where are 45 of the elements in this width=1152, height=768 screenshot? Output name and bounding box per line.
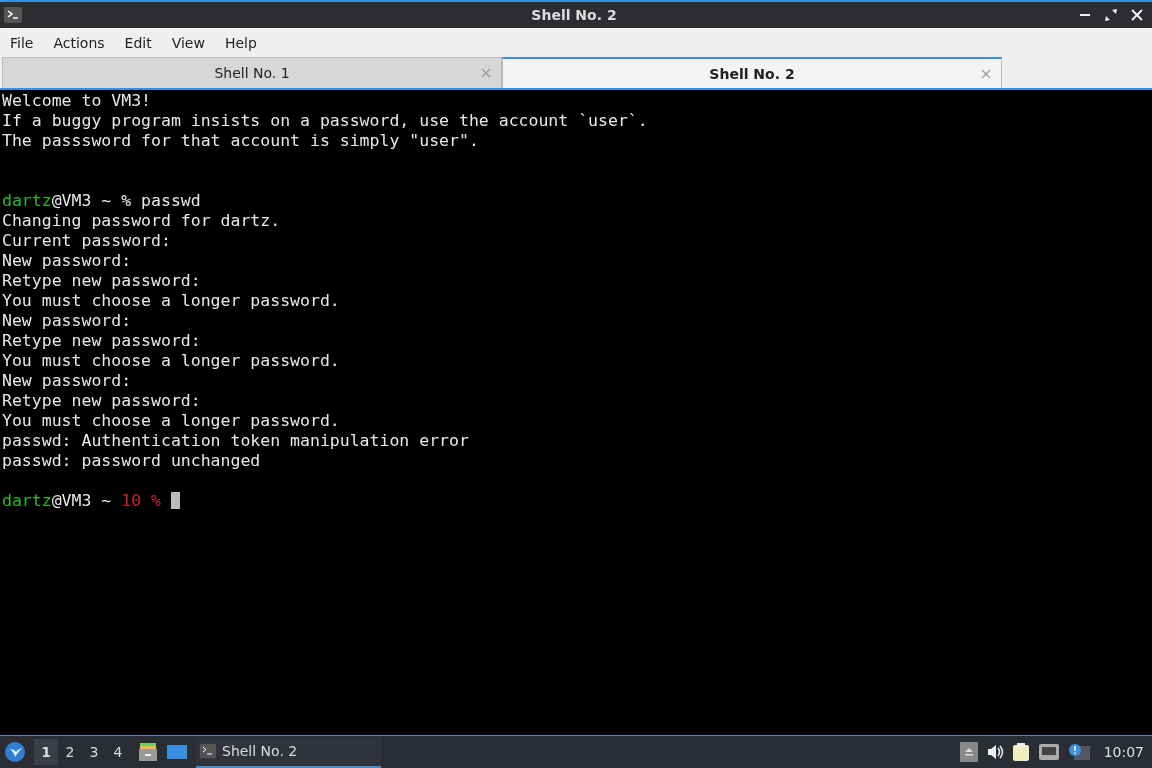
workspace-button[interactable]: 4 (106, 739, 130, 765)
terminal-text: You must choose a longer password. (2, 291, 340, 310)
file-cabinet-icon[interactable] (138, 742, 158, 762)
taskbar-task[interactable]: Shell No. 2 (196, 736, 381, 768)
terminal-text: Retype new password: (2, 331, 201, 350)
workspace-button[interactable]: 3 (82, 739, 106, 765)
terminal-text: dartz (2, 491, 52, 510)
terminal-text: 10 % (121, 491, 161, 510)
terminal-text: Changing password for dartz. (2, 211, 281, 230)
terminal-text: Current password: (2, 231, 171, 250)
terminal-text: If a buggy program insists on a password, use the account `user`. (2, 111, 648, 130)
terminal-text: The passsword for that account is simply "user". (2, 131, 479, 150)
terminal-icon (200, 744, 216, 758)
tab[interactable]: Shell No. 1 (2, 57, 502, 88)
menu-item[interactable]: Edit (114, 34, 162, 51)
clipboard-icon[interactable] (1011, 742, 1030, 762)
network-icon[interactable] (1037, 743, 1060, 761)
menu-item[interactable]: File (0, 34, 44, 51)
terminal-text: @VM3 ~ % passwd (51, 191, 201, 210)
window-title: Shell No. 2 (531, 7, 617, 23)
workspace-button[interactable]: 2 (58, 739, 82, 765)
tab[interactable]: Shell No. 2 (502, 57, 1002, 88)
workspace-button[interactable]: 1 (34, 739, 58, 765)
terminal-text: New password: (2, 371, 132, 390)
terminal-text: You must choose a longer password. (2, 411, 340, 430)
terminal-text: dartz (2, 191, 52, 210)
eject-icon[interactable] (959, 742, 978, 762)
terminal-icon (4, 7, 22, 23)
notification-icon[interactable] (1067, 743, 1090, 761)
terminal-text: @VM3 ~ (51, 491, 113, 510)
menu-item[interactable]: Actions (43, 34, 115, 51)
terminal-text: Retype new password: (2, 271, 201, 290)
terminal-text: passwd: password unchanged (2, 451, 261, 470)
terminal-text: New password: (2, 251, 132, 270)
terminal-text: Welcome to VM3! (2, 91, 151, 110)
menu-item[interactable]: Help (214, 34, 267, 51)
terminal-text: Retype new password: (2, 391, 201, 410)
terminal-text: You must choose a longer password. (2, 351, 340, 370)
clock: 10:07 (1103, 744, 1144, 760)
desktop-icon[interactable] (166, 743, 188, 761)
terminal-text: passwd: Authentication token manipulation error (2, 431, 469, 450)
terminal-text: New password: (2, 311, 132, 330)
speaker-icon[interactable] (985, 744, 1004, 760)
menu-item[interactable]: View (161, 34, 215, 51)
maximize-icon[interactable] (1104, 8, 1118, 22)
